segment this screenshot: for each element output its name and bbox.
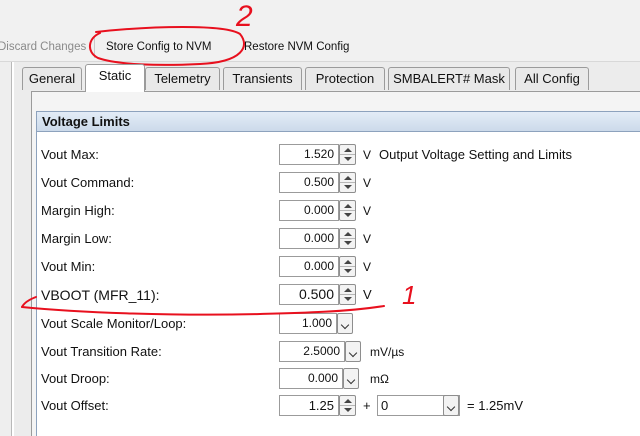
- vout-transition-rate-label: Vout Transition Rate:: [41, 344, 162, 359]
- vout-offset-result: = 1.25mV: [467, 398, 524, 413]
- margin-high-spinner[interactable]: [339, 200, 356, 221]
- tab-protection[interactable]: Protection: [305, 67, 385, 90]
- tab-telemetry[interactable]: Telemetry: [145, 67, 220, 90]
- output-voltage-description: Output Voltage Setting and Limits: [379, 147, 572, 162]
- margin-low-label: Margin Low:: [41, 231, 112, 246]
- vout-max-label: Vout Max:: [41, 147, 99, 162]
- vout-offset-plus: +: [363, 398, 371, 413]
- tab-all-config[interactable]: All Config: [515, 67, 589, 90]
- vout-max-unit: V: [363, 148, 372, 162]
- vout-scale-label: Vout Scale Monitor/Loop:: [41, 316, 187, 331]
- vout-min-spinner[interactable]: [339, 256, 356, 277]
- margin-low-unit: V: [363, 232, 372, 246]
- vboot-label: VBOOT (MFR_11):: [41, 287, 160, 303]
- vout-offset-spinner[interactable]: [339, 395, 356, 416]
- vout-droop-dropdown-button[interactable]: [343, 368, 359, 389]
- store-config-to-nvm-button[interactable]: Store Config to NVM: [106, 39, 211, 55]
- vout-transition-rate-select[interactable]: 2.5000: [279, 341, 345, 362]
- vboot-spinner[interactable]: [339, 284, 356, 305]
- margin-low-input[interactable]: 0.000: [279, 228, 339, 249]
- vout-droop-select[interactable]: 0.000: [279, 368, 343, 389]
- vout-min-unit: V: [363, 260, 372, 274]
- tab-general[interactable]: General: [22, 67, 82, 90]
- tab-smbalert-mask[interactable]: SMBALERT# Mask: [388, 67, 510, 90]
- vout-offset-dropdown-button[interactable]: [443, 395, 459, 416]
- vboot-unit: V: [363, 287, 372, 302]
- vboot-input[interactable]: 0.500: [279, 284, 339, 305]
- vout-scale-dropdown-button[interactable]: [337, 313, 353, 334]
- vout-offset-input[interactable]: 1.25: [279, 395, 339, 416]
- vout-command-label: Vout Command:: [41, 175, 135, 190]
- vout-droop-unit: mΩ: [370, 372, 389, 386]
- restore-nvm-config-button[interactable]: Restore NVM Config: [244, 39, 349, 55]
- tab-static[interactable]: Static: [85, 64, 145, 92]
- vout-command-input[interactable]: 0.500: [279, 172, 339, 193]
- vout-command-unit: V: [363, 176, 372, 190]
- vout-min-input[interactable]: 0.000: [279, 256, 339, 277]
- vout-scale-select[interactable]: 1.000: [279, 313, 337, 334]
- margin-high-input[interactable]: 0.000: [279, 200, 339, 221]
- left-pane-edge: [0, 62, 12, 436]
- vout-min-label: Vout Min:: [41, 259, 96, 274]
- toolbar-separator: [94, 36, 95, 58]
- vout-max-input[interactable]: 1.520: [279, 144, 339, 165]
- margin-high-unit: V: [363, 204, 372, 218]
- vout-transition-rate-dropdown-button[interactable]: [345, 341, 361, 362]
- vout-command-spinner[interactable]: [339, 172, 356, 193]
- margin-high-label: Margin High:: [41, 203, 115, 218]
- vout-offset-label: Vout Offset:: [41, 398, 109, 413]
- vout-max-spinner[interactable]: [339, 144, 356, 165]
- vout-transition-rate-unit: mV/µs: [370, 345, 405, 359]
- vout-droop-label: Vout Droop:: [41, 371, 110, 386]
- voltage-limits-header: Voltage Limits: [36, 111, 640, 132]
- toolbar: Discard Changes Store Config to NVM Rest…: [0, 0, 640, 62]
- tab-transients[interactable]: Transients: [223, 67, 302, 90]
- discard-changes-button[interactable]: Discard Changes: [0, 39, 86, 55]
- margin-low-spinner[interactable]: [339, 228, 356, 249]
